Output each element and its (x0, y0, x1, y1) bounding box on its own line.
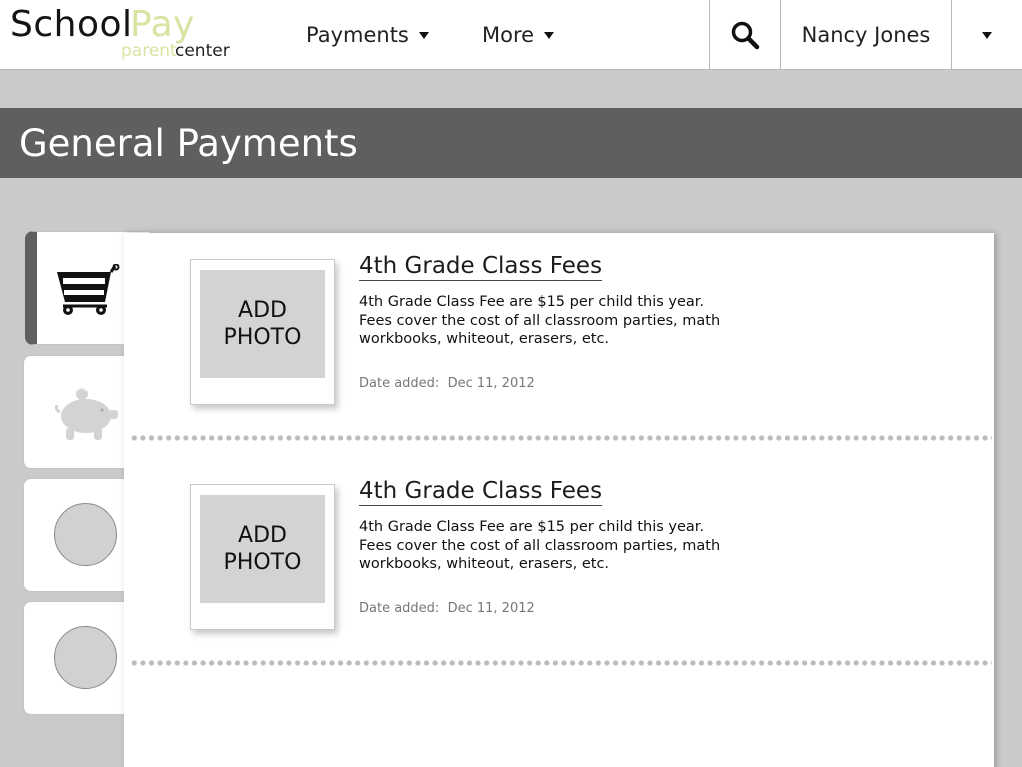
chevron-down-icon (544, 31, 555, 39)
dotted-divider (130, 435, 992, 441)
caret-down-icon (982, 31, 992, 39)
user-name[interactable]: Nancy Jones (781, 0, 952, 70)
shopping-cart-icon (57, 264, 120, 315)
search-button[interactable] (709, 0, 781, 70)
date-added-label: Date added: (359, 376, 440, 391)
payment-item-date: Date added: Dec 11, 2012 (359, 601, 535, 616)
logo-center-text: center (175, 41, 230, 61)
piggy-bank-icon (54, 387, 118, 440)
payment-item-date: Date added: Dec 11, 2012 (359, 376, 535, 391)
page-title-band: General Payments (0, 108, 1022, 178)
chevron-down-icon (418, 31, 429, 39)
add-photo-button[interactable]: ADD PHOTO (190, 484, 335, 630)
user-menu-button[interactable] (952, 0, 1022, 70)
dotted-divider (130, 660, 992, 666)
circle-icon (54, 626, 117, 689)
nav-payments-menu[interactable]: Payments (306, 20, 429, 50)
payment-item-title-link[interactable]: 4th Grade Class Fees (359, 253, 603, 281)
payment-item: ADD PHOTO 4th Grade Class Fees 4th Grade… (124, 458, 994, 683)
date-added-value: Dec 11, 2012 (447, 376, 535, 391)
search-icon (731, 21, 760, 50)
date-added-label: Date added: (359, 601, 440, 616)
payment-item-description: 4th Grade Class Fee are $15 per child th… (359, 294, 721, 347)
payments-panel: ADD PHOTO 4th Grade Class Fees 4th Grade… (124, 233, 994, 767)
top-nav-bar: School Pay parent center Payments More N… (0, 0, 1022, 70)
logo-parent-text: parent (121, 41, 177, 61)
payment-item-description: 4th Grade Class Fee are $15 per child th… (359, 519, 721, 572)
add-photo-label: ADD PHOTO (200, 495, 325, 603)
logo-pay-text: Pay (130, 4, 195, 45)
date-added-value: Dec 11, 2012 (447, 601, 535, 616)
nav-payments-label: Payments (306, 23, 409, 47)
schoolpay-logo[interactable]: School Pay parent center (10, 4, 240, 64)
circle-icon (54, 503, 117, 566)
add-photo-button[interactable]: ADD PHOTO (190, 259, 335, 405)
payment-item: ADD PHOTO 4th Grade Class Fees 4th Grade… (124, 233, 994, 458)
nav-more-menu[interactable]: More (482, 20, 555, 50)
payment-item-title-link[interactable]: 4th Grade Class Fees (359, 478, 603, 506)
page-title: General Payments (19, 122, 358, 165)
nav-more-label: More (482, 23, 535, 47)
add-photo-label: ADD PHOTO (200, 270, 325, 378)
logo-school-text: School (10, 4, 133, 45)
